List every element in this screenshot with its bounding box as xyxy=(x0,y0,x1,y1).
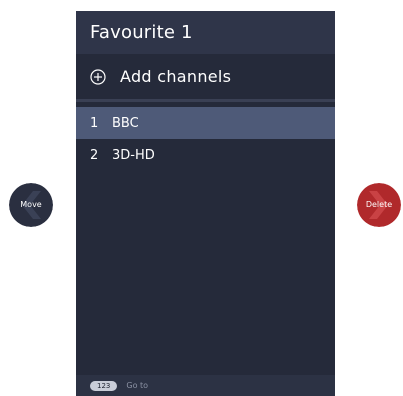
number-key-badge: 123 xyxy=(90,380,118,391)
move-button[interactable]: Move xyxy=(9,183,53,227)
add-channels-label: Add channels xyxy=(120,67,232,86)
page-title: Favourite 1 xyxy=(90,22,193,43)
favourite-panel: Favourite 1 Add channels 1 BBC 2 3D-HD 1… xyxy=(76,11,335,396)
panel-header: Favourite 1 xyxy=(76,11,335,54)
channel-row[interactable]: 2 3D-HD xyxy=(76,139,335,171)
delete-button[interactable]: Delete xyxy=(357,183,401,227)
channel-number: 2 xyxy=(90,147,99,163)
goto-label: Go to xyxy=(126,381,149,390)
channel-row[interactable]: 1 BBC xyxy=(76,107,335,139)
channel-number: 1 xyxy=(90,115,99,131)
footer-hint-bar: 123 Go to xyxy=(76,375,335,396)
add-channels-button[interactable]: Add channels xyxy=(76,54,335,102)
add-circle-icon xyxy=(90,68,106,85)
channel-name: BBC xyxy=(112,115,139,131)
favourite-list-screen: Move Favourite 1 Add channels 1 BBC 2 3D… xyxy=(0,0,403,396)
channel-name: 3D-HD xyxy=(112,147,155,163)
move-label: Move xyxy=(20,200,42,209)
delete-label: Delete xyxy=(365,200,393,209)
channel-list: 1 BBC 2 3D-HD xyxy=(76,107,335,171)
